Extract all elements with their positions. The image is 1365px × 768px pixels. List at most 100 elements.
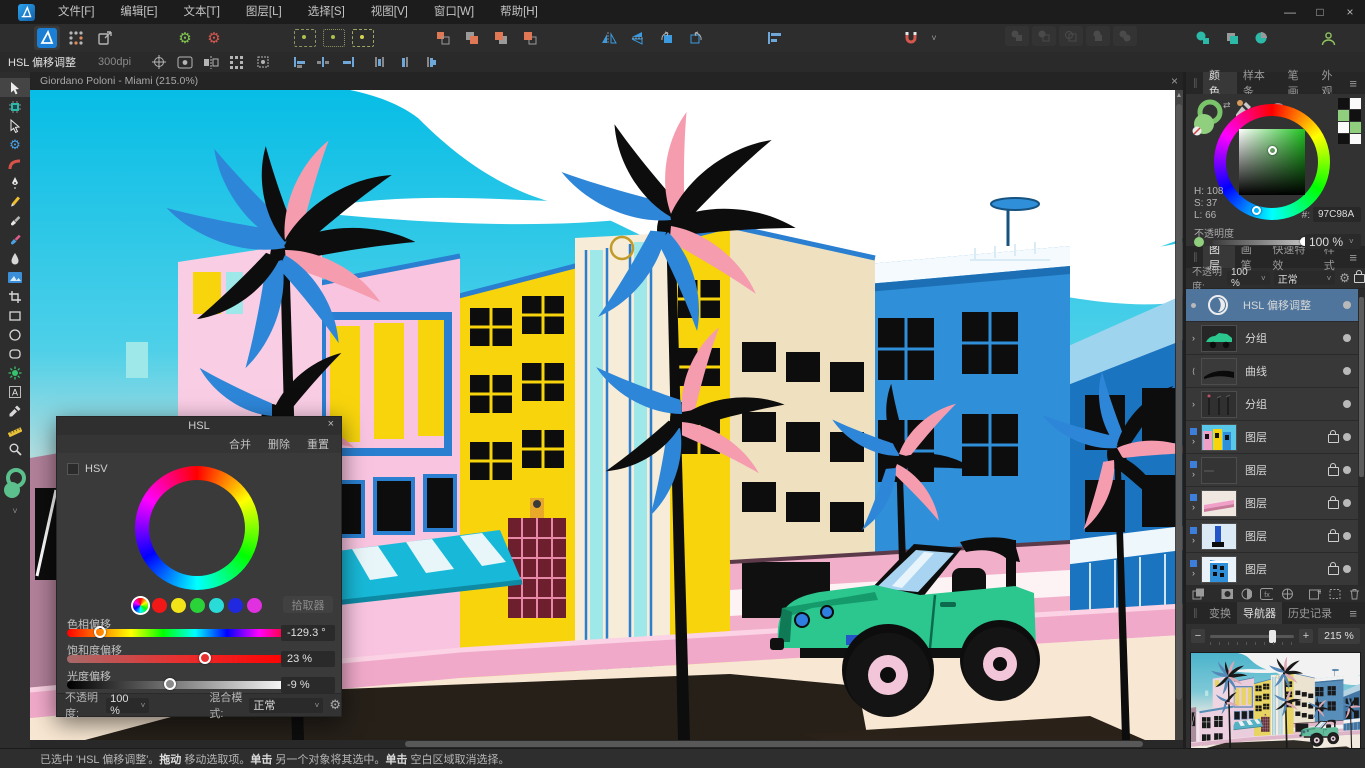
- color-picker-tool[interactable]: [0, 401, 30, 420]
- snap-grid-icon[interactable]: [350, 26, 376, 50]
- layers-panel-menu-icon[interactable]: ≡: [1349, 250, 1365, 265]
- yellow-channel-dot[interactable]: [171, 598, 186, 613]
- wheel-marker[interactable]: [1252, 206, 1261, 215]
- fill-stroke-caret[interactable]: ˅: [0, 506, 30, 516]
- app-logo-icon[interactable]: [18, 4, 35, 21]
- expand-chevron-icon[interactable]: ›: [1192, 502, 1195, 512]
- expand-chevron-icon[interactable]: ›: [1192, 436, 1195, 446]
- align-center-icon[interactable]: [313, 54, 333, 70]
- layers-scrollbar[interactable]: [1358, 289, 1365, 586]
- snap-nodes-icon[interactable]: [321, 26, 347, 50]
- document-close-icon[interactable]: ×: [1171, 74, 1178, 88]
- align-right-icon[interactable]: [339, 54, 359, 70]
- magenta-channel-dot[interactable]: [247, 598, 262, 613]
- tab-brushes[interactable]: 画笔: [1235, 246, 1267, 268]
- menu-select[interactable]: 选择[S]: [295, 0, 358, 24]
- menu-layer[interactable]: 图层[L]: [233, 0, 295, 24]
- layer-row-blue-building[interactable]: › 图层: [1186, 553, 1365, 586]
- snapping-magnet-icon[interactable]: [898, 26, 924, 50]
- show-alignment-handles-icon[interactable]: [227, 54, 247, 70]
- zoom-in-button[interactable]: +: [1299, 629, 1313, 643]
- canvas-viewport[interactable]: HSL × 合并 删除 重置 HSV 拾取器 色相偏移: [30, 90, 1183, 740]
- visibility-dot[interactable]: [1343, 400, 1351, 408]
- lock-icon[interactable]: [1328, 467, 1339, 476]
- layers-opacity-combo[interactable]: 100 %˅: [1227, 271, 1270, 285]
- enable-transform-origin-icon[interactable]: [253, 54, 273, 70]
- visibility-dot[interactable]: [1343, 466, 1351, 474]
- maximize-button[interactable]: □: [1305, 0, 1335, 24]
- tab-color[interactable]: 颜色: [1203, 72, 1237, 94]
- corner-tool[interactable]: [0, 154, 30, 173]
- expand-chevron-icon[interactable]: ›: [1192, 568, 1195, 578]
- vector-brush-tool[interactable]: [0, 211, 30, 230]
- distribute-icon[interactable]: [421, 54, 441, 70]
- visibility-dot[interactable]: [1343, 532, 1351, 540]
- pencil-tool[interactable]: [0, 192, 30, 211]
- expand-chevron-icon[interactable]: ›: [1192, 535, 1195, 545]
- layers-gear-icon[interactable]: ⚙: [1339, 271, 1350, 285]
- hue-shift-slider[interactable]: [67, 629, 291, 637]
- rectangle-tool[interactable]: [0, 306, 30, 325]
- visibility-dot[interactable]: [1343, 433, 1351, 441]
- color-opacity-combo[interactable]: 100 %˅: [1305, 234, 1361, 249]
- zoom-tool[interactable]: [0, 439, 30, 458]
- swatch-checker[interactable]: [1338, 98, 1362, 144]
- lock-icon[interactable]: [1328, 566, 1339, 575]
- hsv-checkbox[interactable]: HSV: [67, 463, 108, 475]
- hscroll-thumb[interactable]: [405, 741, 1143, 747]
- layers-lock-icon[interactable]: [1354, 274, 1365, 283]
- new-layer-icon[interactable]: [1309, 588, 1321, 600]
- visibility-dot[interactable]: [1343, 334, 1351, 342]
- panel-grip[interactable]: ∥: [1186, 252, 1203, 263]
- zoom-slider-thumb[interactable]: [1269, 630, 1276, 643]
- layer-row-buildings[interactable]: › 图层: [1186, 421, 1365, 454]
- snapping-dropdown-caret[interactable]: ˅: [927, 26, 941, 50]
- saturation-shift-thumb[interactable]: [199, 652, 211, 664]
- saturation-shift-value[interactable]: 23 %: [281, 651, 335, 667]
- tab-swatches[interactable]: 样本条: [1237, 72, 1282, 94]
- fill-stroke-selector[interactable]: [0, 466, 30, 506]
- fill-tool[interactable]: [0, 249, 30, 268]
- panel-grip[interactable]: ∥: [1186, 78, 1203, 89]
- insert-behind-icon[interactable]: [1219, 26, 1245, 50]
- tab-stroke[interactable]: 笔画: [1282, 72, 1316, 94]
- hsl-dialog-titlebar[interactable]: HSL ×: [57, 417, 341, 435]
- space-v-icon[interactable]: [395, 54, 415, 70]
- layers-blend-combo[interactable]: 正常˅: [1274, 271, 1336, 285]
- layer-row-group-car[interactable]: › 分组: [1186, 322, 1365, 355]
- insert-inside-icon[interactable]: [1190, 26, 1216, 50]
- tab-quick-fx[interactable]: 快速特效: [1266, 246, 1317, 268]
- flip-horizontal-icon[interactable]: [596, 26, 622, 50]
- hue-shift-thumb[interactable]: [94, 626, 106, 638]
- arrange-forward-icon[interactable]: [488, 26, 514, 50]
- rounded-rectangle-tool[interactable]: [0, 344, 30, 363]
- close-button[interactable]: ×: [1335, 0, 1365, 24]
- visibility-dot[interactable]: [1343, 499, 1351, 507]
- space-h-icon[interactable]: [369, 54, 389, 70]
- luminosity-shift-value[interactable]: -9 %: [281, 677, 335, 693]
- tab-transform[interactable]: 变换: [1203, 602, 1237, 624]
- snap-bounds-icon[interactable]: [292, 26, 318, 50]
- lock-icon[interactable]: [1328, 533, 1339, 542]
- layer-row-road[interactable]: › 图层: [1186, 487, 1365, 520]
- square-marker[interactable]: [1268, 146, 1277, 155]
- menu-window[interactable]: 窗口[W]: [421, 0, 487, 24]
- canvas-hscrollbar[interactable]: [30, 740, 1183, 748]
- master-channel-dot[interactable]: [133, 598, 148, 613]
- luminosity-shift-thumb[interactable]: [164, 678, 176, 690]
- blend-mode-combo[interactable]: 正常˅: [249, 698, 323, 713]
- edit-all-layers-icon[interactable]: [175, 54, 195, 70]
- hsl-dialog[interactable]: HSL × 合并 删除 重置 HSV 拾取器 色相偏移: [56, 416, 342, 717]
- color-panel-menu-icon[interactable]: ≡: [1349, 76, 1365, 91]
- arrange-backward-icon[interactable]: [459, 26, 485, 50]
- cycle-selection-icon[interactable]: [149, 54, 169, 70]
- expand-chevron-icon[interactable]: ›: [1186, 333, 1201, 343]
- export-persona-button[interactable]: [92, 26, 118, 50]
- vscroll-up-arrow[interactable]: ▲: [1175, 92, 1183, 99]
- pixel-persona-button[interactable]: [63, 26, 89, 50]
- visibility-dot[interactable]: [1343, 301, 1351, 309]
- blue-channel-dot[interactable]: [228, 598, 243, 613]
- vscroll-thumb[interactable]: [1176, 104, 1182, 700]
- point-transform-tool[interactable]: ⚙: [0, 135, 30, 154]
- tab-styles[interactable]: 样式: [1318, 246, 1350, 268]
